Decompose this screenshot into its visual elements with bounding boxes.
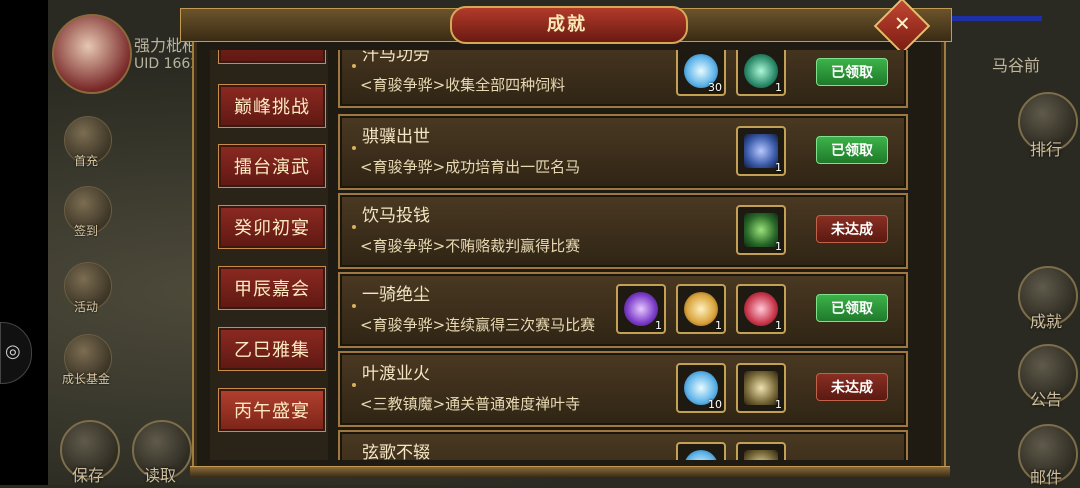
red-gem-icon[interactable]: 1 [736, 284, 786, 334]
bullet-dot [352, 304, 356, 308]
achievement-row: 叶渡业火 <三教镇魔>通关普通难度禅叶寺 10 1 未达成 [338, 351, 908, 427]
first-recharge-label: 首充 [74, 154, 99, 168]
achievement-desc: <育骏争骅>连续赢得三次赛马比赛 [360, 316, 596, 334]
reward-qty: 1 [775, 81, 782, 94]
bullet-dot [352, 225, 356, 229]
top-right-progress-bar [942, 16, 1042, 21]
chest-icon[interactable] [736, 442, 786, 460]
gold-gem-icon[interactable]: 1 [676, 284, 726, 334]
achievement-title: 叶渡业火 [362, 364, 430, 384]
crystal-icon[interactable]: 10 [676, 363, 726, 413]
crystal-icon[interactable] [676, 442, 726, 460]
achievement-title: 骐骥出世 [362, 127, 430, 147]
tab-jiachen[interactable]: 甲辰嘉会 [218, 266, 326, 310]
panel-title: 成就 [547, 14, 587, 35]
save-label: 保存 [72, 466, 105, 485]
achievement-row: 骐骥出世 <育骏争骅>成功培育出一匹名马 1 已领取 [338, 114, 908, 190]
achievement-desc: <育骏争骅>成功培育出一匹名马 [360, 158, 581, 176]
load-label: 读取 [144, 466, 177, 485]
checkin-label: 签到 [74, 224, 99, 238]
location-name: 马谷前 [992, 56, 1041, 75]
announcement-label: 公告 [1030, 390, 1063, 409]
status-badge-claimed[interactable]: 已领取 [816, 58, 888, 86]
chest-icon[interactable]: 1 [736, 363, 786, 413]
close-x-icon: ✕ [893, 11, 911, 36]
reward-qty: 10 [708, 398, 722, 411]
bullet-dot [352, 383, 356, 387]
achievement-row: 一骑绝尘 <育骏争骅>连续赢得三次赛马比赛 1 1 1 已领取 [338, 272, 908, 348]
token-icon[interactable]: 1 [736, 205, 786, 255]
achievement-row: 汗马功劳 <育骏争骅>收集全部四种饲料 30 1 已领取 [338, 50, 908, 108]
left-edge-bar [0, 0, 48, 485]
ranking-label: 排行 [1030, 140, 1063, 159]
achievement-row: 弦歌不辍 [338, 430, 908, 460]
growth-fund-label: 成长基金 [62, 372, 111, 386]
reward-qty: 1 [715, 319, 722, 332]
bullet-dot [352, 146, 356, 150]
spirit-icon[interactable]: 1 [736, 50, 786, 96]
tab-peak-challenge[interactable]: 巅峰挑战 [218, 84, 326, 128]
player-uid: UID 1662 [134, 56, 200, 72]
reward-qty: 1 [775, 240, 782, 253]
tab-bingwu[interactable]: 丙午盛宴 [218, 388, 326, 432]
reward-qty: 1 [775, 319, 782, 332]
reward-qty: 1 [655, 319, 662, 332]
reward-qty: 30 [708, 81, 722, 94]
achievement-label: 成就 [1030, 312, 1063, 331]
reward-qty: 1 [775, 161, 782, 174]
tab-guimao[interactable]: 癸卯初宴 [218, 205, 326, 249]
achievement-desc: <育骏争骅>不贿赂裁判赢得比赛 [360, 237, 581, 255]
category-tabs: 巅峰挑战 擂台演武 癸卯初宴 甲辰嘉会 乙巳雅集 丙午盛宴 [210, 50, 328, 460]
status-badge-claimed[interactable]: 已领取 [816, 294, 888, 322]
reward-qty: 1 [775, 398, 782, 411]
achievement-list[interactable]: 汗马功劳 <育骏争骅>收集全部四种饲料 30 1 已领取 骐骥出世 <育骏争骅>… [334, 50, 910, 460]
achievement-desc: <三教镇魔>通关普通难度禅叶寺 [360, 395, 581, 413]
cavalry-icon[interactable]: 1 [736, 126, 786, 176]
tab-prev-partial[interactable] [218, 50, 326, 64]
achievement-title: 汗马功劳 [362, 50, 430, 65]
achievement-desc: <育骏争骅>收集全部四种饲料 [360, 76, 566, 94]
tab-yisi[interactable]: 乙巳雅集 [218, 327, 326, 371]
status-badge-not-achieved: 未达成 [816, 373, 888, 401]
event-label: 活动 [74, 300, 99, 314]
crystal-icon[interactable]: 30 [676, 50, 726, 96]
purple-gem-icon[interactable]: 1 [616, 284, 666, 334]
player-avatar[interactable] [52, 14, 132, 94]
achievement-title: 一骑绝尘 [362, 285, 430, 305]
bullet-dot [352, 64, 356, 68]
mail-label: 邮件 [1030, 468, 1063, 487]
achievement-title: 弦歌不辍 [362, 443, 430, 460]
status-badge-not-achieved: 未达成 [816, 215, 888, 243]
achievement-title: 饮马投钱 [362, 206, 430, 226]
tab-arena[interactable]: 擂台演武 [218, 144, 326, 188]
assist-icon: ◎ [5, 341, 21, 362]
status-badge-claimed[interactable]: 已领取 [816, 136, 888, 164]
achievement-row: 饮马投钱 <育骏争骅>不贿赂裁判赢得比赛 1 未达成 [338, 193, 908, 269]
panel-footer-bar [190, 466, 950, 477]
